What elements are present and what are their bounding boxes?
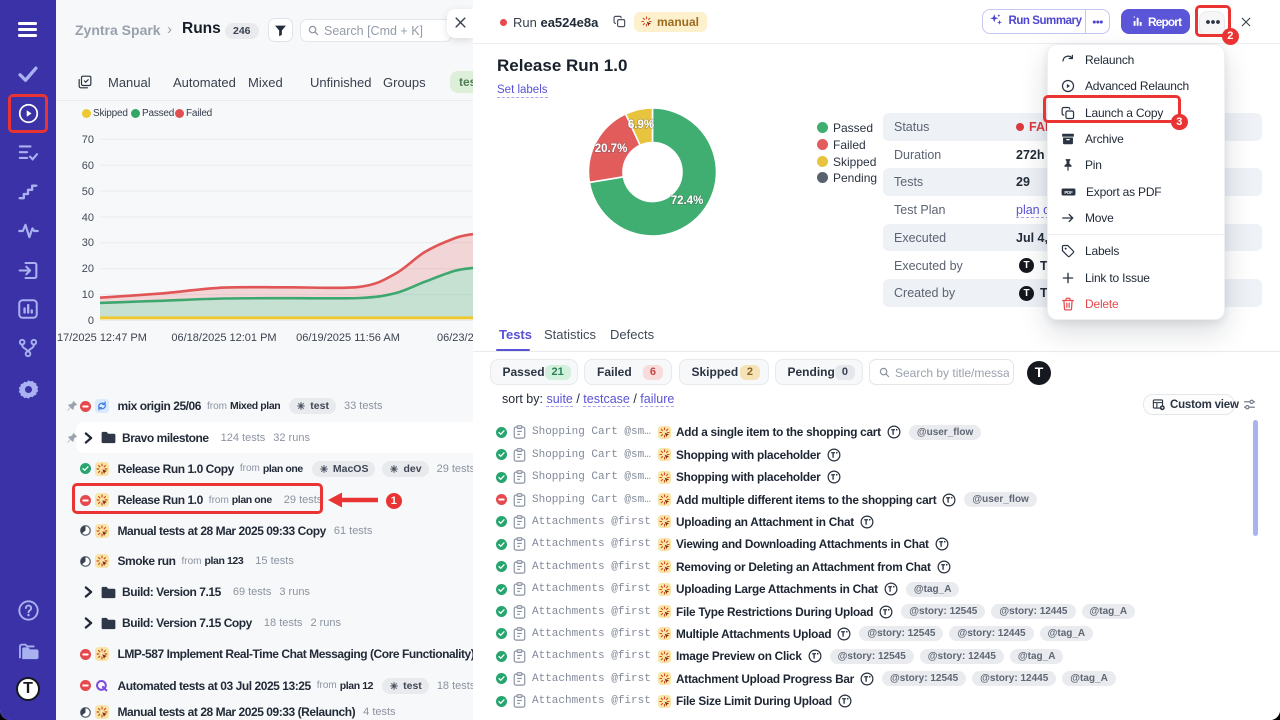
svg-text:70: 70 <box>82 134 94 146</box>
svg-text:60: 60 <box>82 160 94 172</box>
svg-text:20: 20 <box>82 263 94 275</box>
svg-text:17/2025 12:47 PM: 17/2025 12:47 PM <box>57 332 147 344</box>
svg-text:06/18/2025 12:01 PM: 06/18/2025 12:01 PM <box>171 332 276 344</box>
svg-text:72.4%: 72.4% <box>671 195 704 207</box>
svg-text:6.9%: 6.9% <box>628 119 654 131</box>
svg-text:0: 0 <box>88 315 94 327</box>
svg-text:PDF: PDF <box>1064 189 1073 194</box>
svg-text:30: 30 <box>82 237 94 249</box>
svg-text:06/23/2025: 06/23/2025 <box>437 332 473 344</box>
svg-text:50: 50 <box>82 186 94 198</box>
svg-text:20.7%: 20.7% <box>595 143 628 155</box>
svg-text:40: 40 <box>82 212 94 224</box>
svg-text:10: 10 <box>82 289 94 301</box>
svg-text:06/19/2025 11:56 AM: 06/19/2025 11:56 AM <box>296 332 400 344</box>
